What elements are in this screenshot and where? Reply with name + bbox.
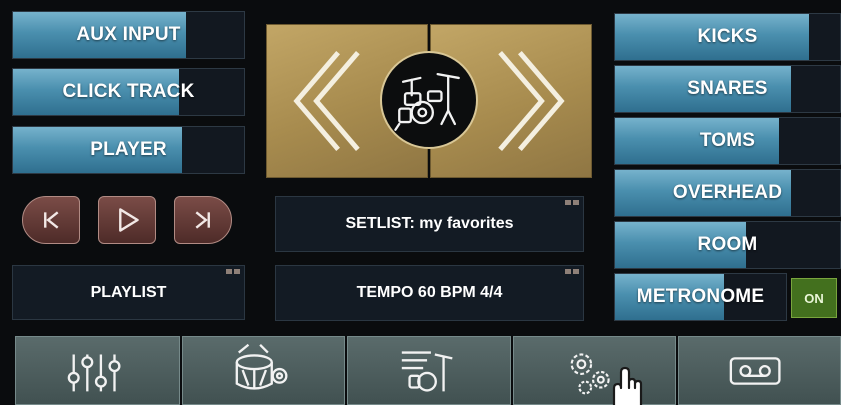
- kit-list-icon: [401, 351, 453, 392]
- recorder-nav-button[interactable]: [678, 336, 841, 405]
- play-icon: [119, 208, 139, 232]
- metronome-toggle-label: ON: [804, 290, 824, 306]
- skip-forward-button[interactable]: [174, 196, 232, 244]
- snares-label: SNARES: [687, 78, 768, 99]
- aux-input-fader[interactable]: AUX INPUT: [12, 11, 245, 59]
- snares-fader[interactable]: SNARES: [614, 65, 841, 113]
- cassette-icon: [729, 357, 781, 385]
- player-fader[interactable]: PLAYER: [12, 126, 245, 174]
- drum-settings-icon: [235, 343, 288, 390]
- mixer-sliders-icon: [67, 354, 121, 392]
- drum-module-screen: AUX INPUT CLICK TRACK PLAYER PLAYLIST SE…: [0, 0, 841, 405]
- toms-label: TOMS: [699, 130, 756, 151]
- drum-settings-nav-button[interactable]: [182, 336, 345, 405]
- metronome-label: METRONOME: [636, 286, 765, 307]
- panel-corner-marker: [226, 269, 240, 274]
- kicks-fader[interactable]: KICKS: [614, 13, 841, 61]
- pointer-hand-icon: [612, 366, 643, 405]
- kit-list-nav-button[interactable]: [347, 336, 511, 405]
- playlist-label: PLAYLIST: [90, 283, 167, 301]
- kicks-label: KICKS: [697, 26, 758, 47]
- room-fader[interactable]: ROOM: [614, 221, 841, 269]
- metronome-toggle[interactable]: ON: [791, 278, 837, 318]
- room-label: ROOM: [697, 234, 758, 255]
- panel-corner-marker: [565, 200, 579, 205]
- kit-selector: [266, 24, 592, 178]
- overhead-label: OVERHEAD: [672, 182, 783, 203]
- skip-forward-icon: [195, 211, 210, 229]
- player-label: PLAYER: [90, 139, 167, 160]
- setlist-panel[interactable]: SETLIST: my favorites: [275, 196, 584, 252]
- drum-kit-icon: [394, 72, 460, 131]
- gears-icon: [570, 353, 610, 395]
- skip-back-button[interactable]: [22, 196, 80, 244]
- drum-kit-button[interactable]: [380, 51, 478, 149]
- tempo-panel[interactable]: TEMPO 60 BPM 4/4: [275, 265, 584, 321]
- setlist-label: SETLIST: my favorites: [345, 215, 514, 232]
- settings-nav-button[interactable]: [513, 336, 676, 405]
- playlist-panel[interactable]: PLAYLIST: [12, 265, 245, 320]
- mixer-nav-button[interactable]: [15, 336, 180, 405]
- metronome-fader[interactable]: METRONOME: [614, 273, 787, 321]
- aux-input-label: AUX INPUT: [76, 24, 181, 45]
- play-button[interactable]: [98, 196, 156, 244]
- overhead-fader[interactable]: OVERHEAD: [614, 169, 841, 217]
- panel-corner-marker: [565, 269, 579, 274]
- click-track-label: CLICK TRACK: [62, 81, 195, 102]
- tempo-label: TEMPO 60 BPM 4/4: [356, 284, 503, 301]
- skip-back-icon: [44, 211, 59, 229]
- click-track-fader[interactable]: CLICK TRACK: [12, 68, 245, 116]
- toms-fader[interactable]: TOMS: [614, 117, 841, 165]
- bottom-nav: [15, 336, 841, 405]
